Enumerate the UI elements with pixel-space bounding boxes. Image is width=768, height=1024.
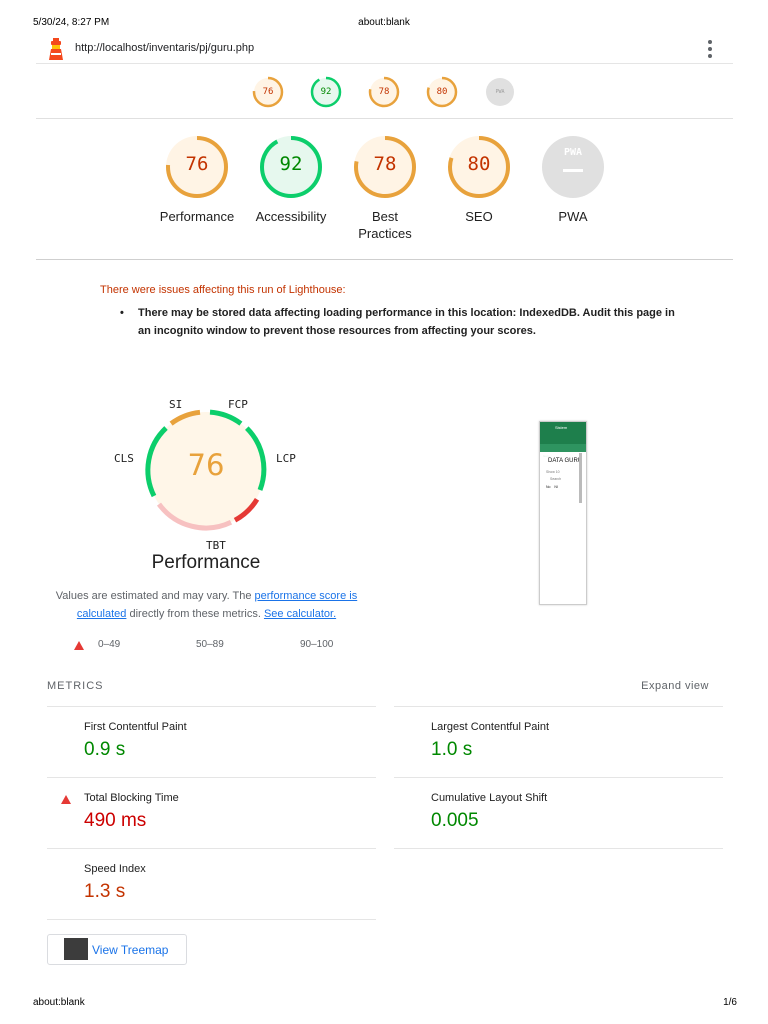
fail-triangle-icon: [61, 795, 71, 804]
mini-score-gauge[interactable]: 92: [310, 76, 342, 108]
metric-value: 0.9 s: [84, 739, 126, 760]
score-scale-legend: 0–49 50–89 90–100: [74, 639, 374, 653]
metric-name: Cumulative Layout Shift: [431, 792, 548, 804]
kebab-menu-icon[interactable]: [707, 40, 713, 58]
metric-total-blocking-time: Total Blocking Time 490 ms: [47, 777, 376, 848]
gauge-ring: [542, 136, 604, 198]
mini-score-gauge[interactable]: 80: [426, 76, 458, 108]
category-gauge-pwa[interactable]: PWA PWA: [526, 134, 620, 225]
performance-description: Values are estimated and may vary. The p…: [40, 587, 373, 623]
performance-gauge: SI FCP LCP CLS TBT 76: [114, 398, 296, 552]
gauge-label-cls: CLS: [114, 452, 134, 465]
metric-speed-index: Speed Index 1.3 s: [47, 848, 376, 919]
metric-value: 1.0 s: [431, 739, 473, 760]
category-gauges: 76 Performance 92 Accessibility 78 Best Pra…: [150, 134, 620, 254]
mini-score-gauge[interactable]: 78: [368, 76, 400, 108]
lighthouse-icon: [49, 38, 63, 60]
treemap-icon: [64, 938, 88, 960]
category-label: Performance: [159, 209, 235, 224]
metric-name: First Contentful Paint: [84, 721, 187, 733]
mini-score-value: 78: [378, 87, 390, 97]
divider: [36, 118, 733, 119]
gauge-label-si: SI: [169, 398, 183, 411]
see-calculator-link[interactable]: See calculator.: [264, 608, 336, 620]
thumbnail-subnav: Guru: [540, 444, 586, 458]
legend-pass-range: 90–100: [300, 639, 334, 650]
report-topbar: http://localhost/inventaris/pj/guru.php: [36, 33, 733, 64]
thumbnail-header: Sistem: [540, 422, 586, 444]
mini-score-value: 80: [436, 87, 448, 97]
metric-cumulative-layout-shift: Cumulative Layout Shift 0.005: [394, 777, 723, 848]
divider: [36, 259, 733, 260]
category-gauge-seo[interactable]: 80 SEO: [432, 134, 526, 225]
category-score: 78: [373, 153, 397, 175]
thumbnail-col-no: No: [546, 485, 551, 489]
metric-name: Largest Contentful Paint: [431, 721, 550, 733]
category-score: PWA: [563, 147, 583, 158]
category-label: Best Practices: [358, 209, 412, 241]
metric-largest-contentful-paint: Largest Contentful Paint 1.0 s: [394, 706, 723, 777]
warnings-list: • There may be stored data affecting loa…: [120, 304, 680, 340]
metric-first-contentful-paint: First Contentful Paint 0.9 s: [47, 706, 376, 777]
bullet-icon: •: [120, 307, 124, 319]
category-label: SEO: [465, 209, 493, 224]
category-gauge-accessibility[interactable]: 92 Accessibility: [244, 134, 338, 225]
mini-score-value: 92: [320, 87, 332, 97]
metrics-heading: METRICS: [47, 680, 104, 692]
print-footer-url: about:blank: [33, 997, 85, 1008]
mini-score-value: PWA: [495, 89, 505, 95]
print-page-title: about:blank: [358, 17, 410, 28]
warning-item: There may be stored data affecting loadi…: [138, 307, 675, 337]
category-gauge-performance[interactable]: 76 Performance: [150, 134, 244, 225]
mini-score-value: 76: [262, 87, 274, 97]
metric-value: 1.3 s: [84, 881, 126, 902]
fail-triangle-icon: [74, 641, 84, 650]
metric-value: 490 ms: [84, 810, 147, 831]
thumbnail-col-ni: NI: [554, 485, 558, 489]
divider: [47, 919, 376, 920]
mini-score-gauge[interactable]: 76: [252, 76, 284, 108]
description-text: Values are estimated and may vary. The: [55, 590, 255, 602]
performance-title: Performance: [151, 552, 261, 573]
audited-url[interactable]: http://localhost/inventaris/pj/guru.php: [75, 42, 254, 54]
warnings-title: There were issues affecting this run of …: [100, 284, 346, 296]
category-label: Accessibility: [255, 209, 327, 224]
category-gauge-best-practices[interactable]: 78 Best Practices: [338, 134, 432, 242]
final-screenshot-thumbnail[interactable]: Sistem Guru DATA GURU Show 10 Search No …: [539, 421, 587, 605]
print-page-number: 1/6: [723, 997, 737, 1008]
metric-name: Total Blocking Time: [84, 792, 179, 804]
mini-score-gauge[interactable]: PWA: [484, 76, 516, 108]
view-treemap-button[interactable]: View Treemap: [47, 934, 187, 965]
metric-value: 0.005: [431, 810, 479, 831]
category-score: 76: [185, 153, 209, 175]
category-label: PWA: [558, 209, 588, 224]
metric-name: Speed Index: [84, 863, 146, 875]
thumbnail-scrollbar: [579, 453, 582, 503]
gauge-label-lcp: LCP: [276, 452, 296, 465]
metrics-column-left: First Contentful Paint 0.9 s Total Blockin…: [47, 706, 376, 920]
description-text: directly from these metrics.: [126, 608, 264, 620]
divider: [394, 848, 723, 849]
gauge-label-fcp: FCP: [228, 398, 248, 411]
category-score: 92: [279, 153, 303, 175]
sticky-score-summary: 76 92 78 80 PWA: [0, 76, 768, 110]
metrics-column-right: Largest Contentful Paint 1.0 s Cumulative …: [394, 706, 723, 849]
performance-score: 76: [187, 448, 225, 482]
category-score: 80: [467, 153, 491, 175]
expand-view-toggle[interactable]: Expand view: [641, 680, 709, 692]
view-treemap-label: View Treemap: [92, 943, 169, 957]
legend-fail-range: 0–49: [98, 639, 121, 650]
gauge-label-tbt: TBT: [206, 539, 226, 552]
legend-average-range: 50–89: [196, 639, 224, 650]
